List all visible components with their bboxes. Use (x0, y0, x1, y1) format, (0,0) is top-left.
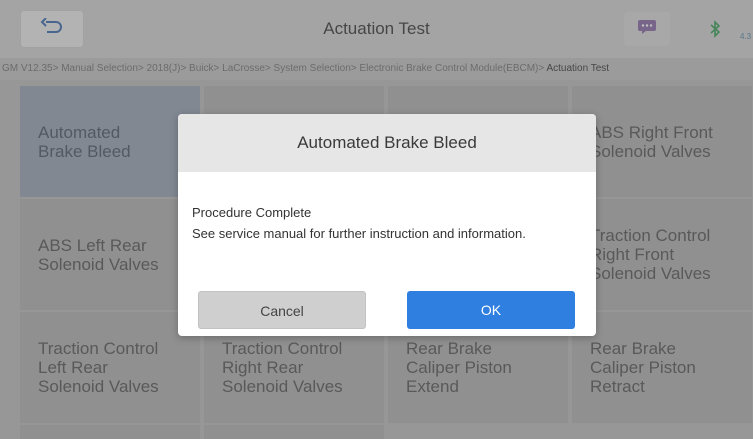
cancel-button[interactable]: Cancel (198, 291, 366, 329)
dialog-message-line1: Procedure Complete (192, 205, 312, 220)
dialog-message-line2: See service manual for further instructi… (192, 226, 526, 241)
dialog-title: Automated Brake Bleed (178, 114, 596, 172)
brake-bleed-dialog: Automated Brake Bleed Procedure Complete… (178, 114, 596, 336)
dialog-message: Procedure Complete See service manual fo… (192, 202, 526, 244)
ok-button[interactable]: OK (407, 291, 575, 329)
